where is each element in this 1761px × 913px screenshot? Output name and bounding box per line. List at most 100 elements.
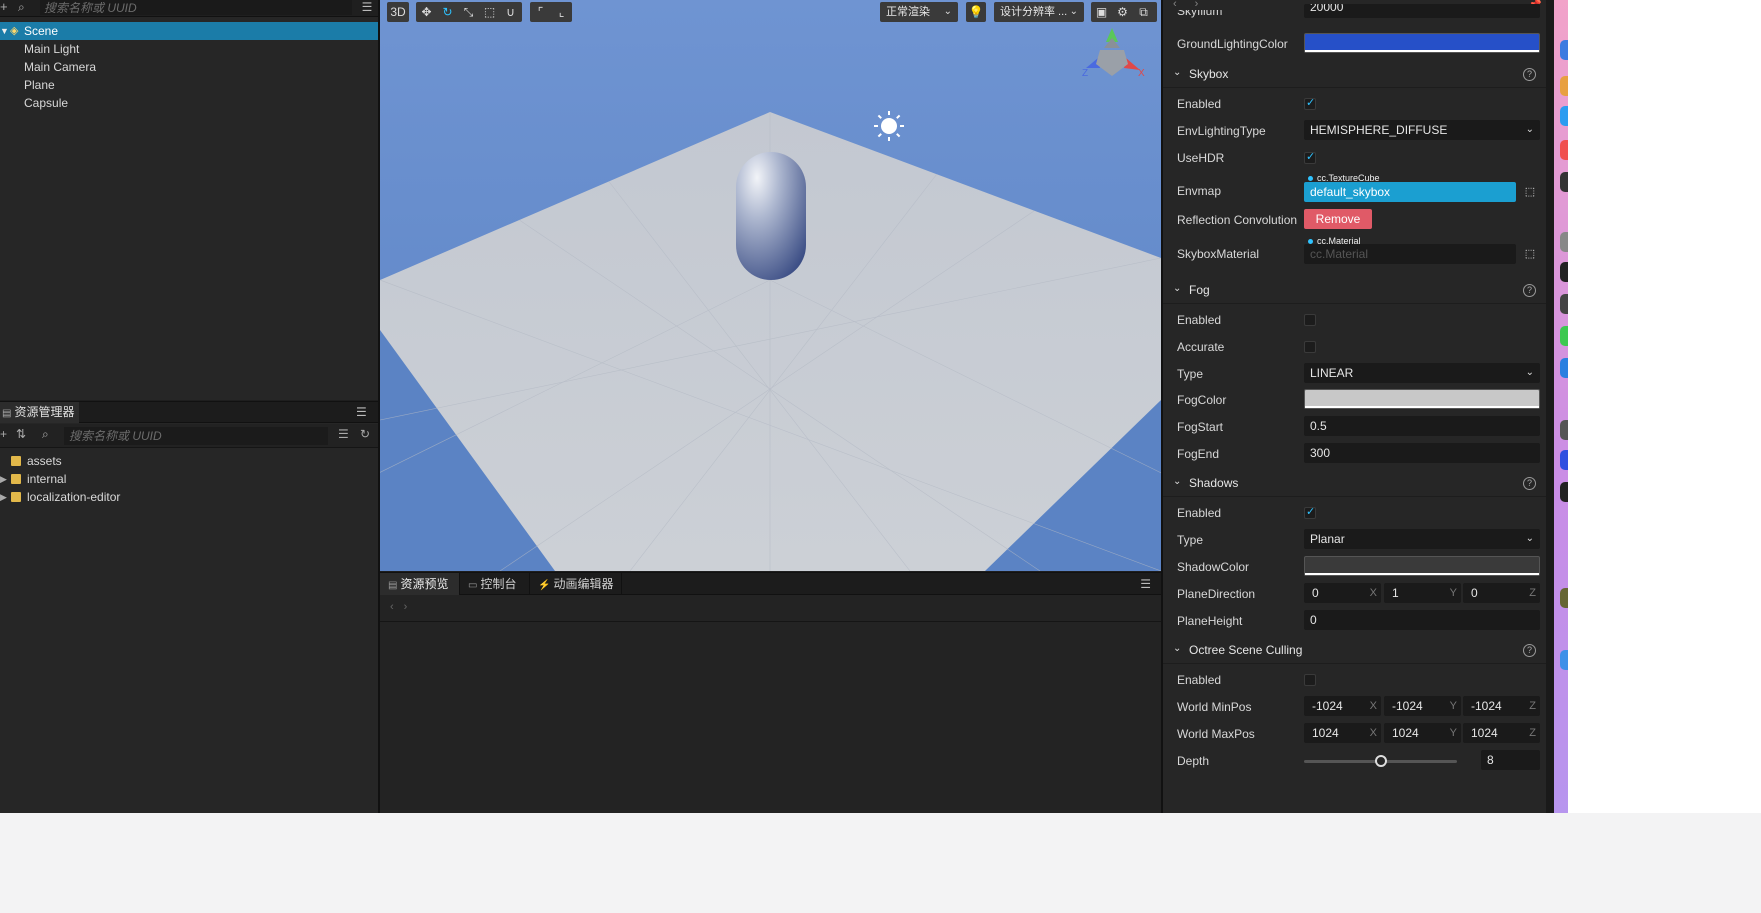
envmap-asset-field[interactable]: default_skybox — [1304, 182, 1516, 202]
sun-light-icon[interactable] — [874, 111, 904, 141]
section-fog[interactable]: ⌄ Fog ? — [1163, 278, 1546, 304]
scale-tool-icon[interactable]: ⤡ — [458, 2, 479, 22]
pivot-icon[interactable]: ⌜ — [530, 2, 551, 22]
shadows-enabled-checkbox[interactable] — [1304, 505, 1316, 519]
assets-tabbar: ▤ 资源管理器 ☰ — [0, 402, 378, 423]
env-lighting-select[interactable]: HEMISPHERE_DIFFUSE ⌄ — [1304, 120, 1540, 140]
help-icon[interactable]: ? — [1523, 68, 1536, 81]
section-skybox[interactable]: ⌄ Skybox ? — [1163, 62, 1546, 88]
plane-direction-y-input[interactable]: 1Y — [1384, 583, 1461, 603]
assets-search-input[interactable] — [64, 427, 328, 445]
fog-type-select[interactable]: LINEAR ⌄ — [1304, 363, 1540, 383]
inspector-nav-arrows[interactable]: ‹› — [1173, 0, 1216, 10]
rotate-tool-icon[interactable]: ↻ — [437, 2, 458, 22]
use-hdr-checkbox[interactable] — [1304, 150, 1316, 164]
plane-direction-z-input[interactable]: 0Z — [1463, 583, 1540, 603]
resolution-select[interactable]: 设计分辨率 ... ⌄ — [994, 2, 1084, 22]
depth-input[interactable]: 8 — [1481, 750, 1540, 770]
tab-asset-preview[interactable]: ▤ 资源预览 — [380, 573, 460, 595]
list-view-icon[interactable]: ☰ — [338, 427, 349, 441]
fog-color-field[interactable] — [1304, 389, 1540, 409]
remove-button[interactable]: Remove — [1304, 209, 1372, 229]
asset-folder-assets[interactable]: assets — [0, 452, 378, 470]
skybox-enabled-checkbox[interactable] — [1304, 96, 1316, 110]
tab-console[interactable]: ▭ 控制台 — [460, 573, 530, 595]
snap-tool-icon[interactable]: ∪ — [500, 2, 521, 22]
chevron-down-icon: ⌄ — [1525, 124, 1534, 135]
expand-arrow-icon[interactable]: ▶ — [0, 488, 7, 506]
menu-icon[interactable]: ☰ — [356, 405, 367, 419]
move-tool-icon[interactable]: ✥ — [416, 2, 437, 22]
help-icon[interactable]: ? — [1523, 644, 1536, 657]
align-view-icon[interactable]: ⧉ — [1133, 2, 1154, 22]
capsule-object[interactable] — [736, 152, 806, 280]
asset-picker-icon[interactable]: ⬚ — [1520, 182, 1540, 202]
add-asset-icon[interactable]: + — [0, 427, 7, 441]
fog-accurate-checkbox[interactable] — [1304, 341, 1316, 353]
orientation-gizmo[interactable]: Z X — [1082, 28, 1145, 79]
help-icon[interactable]: ? — [1523, 284, 1536, 297]
local-global-icon[interactable]: ⌞ — [551, 2, 572, 22]
scene-viewport[interactable]: Z X 3D ✥ ↻ ⤡ ⬚ ∪ ⌜ ⌞ 正常渲染 ⌄ 💡 设计分辨率 ... ⌄ ▣ ⚙ ⧉ — [380, 0, 1161, 571]
world-maxpos-x-input[interactable]: 1024 X — [1304, 723, 1381, 743]
axis-x-label: X — [1369, 587, 1377, 599]
section-title: Shadows — [1189, 476, 1239, 490]
fog-color-label: FogColor — [1177, 393, 1227, 407]
world-maxpos-y-input[interactable]: 1024 Y — [1384, 723, 1461, 743]
inspector-scrollbar[interactable] — [1546, 0, 1554, 813]
section-octree-culling[interactable]: ⌄ Octree Scene Culling ? — [1163, 638, 1546, 664]
add-node-icon[interactable]: + — [0, 0, 10, 14]
world-minpos-x-input[interactable]: -1024 X — [1304, 696, 1381, 716]
tree-item-capsule[interactable]: Capsule — [0, 94, 378, 112]
plane-height-input[interactable]: 0 — [1304, 610, 1540, 630]
expand-arrow-icon[interactable]: ▼ — [0, 22, 9, 40]
fog-start-input[interactable]: 0.5 — [1304, 416, 1540, 436]
depth-slider-knob[interactable] — [1374, 755, 1387, 767]
world-minpos-z-input[interactable]: -1024 Z — [1463, 696, 1540, 716]
hierarchy-search-input[interactable] — [40, 0, 352, 15]
tree-item-main-camera[interactable]: Main Camera — [0, 58, 378, 76]
render-mode-select[interactable]: 正常渲染 ⌄ — [880, 2, 958, 22]
tab-animation-editor[interactable]: ⚡ 动画编辑器 — [530, 573, 622, 595]
world-maxpos-z-input[interactable]: 1024 Z — [1463, 723, 1540, 743]
preview-nav-arrows[interactable]: ‹› — [390, 601, 417, 613]
section-shadows[interactable]: ⌄ Shadows ? — [1163, 471, 1546, 497]
transform-tools: ✥ ↻ ⤡ ⬚ ∪ — [416, 2, 522, 22]
world-minpos-y-input[interactable]: -1024 Y — [1384, 696, 1461, 716]
ground-lighting-color-field[interactable] — [1304, 33, 1540, 53]
desktop-background-bottom — [0, 813, 1761, 913]
refresh-icon[interactable]: ↻ — [360, 427, 370, 441]
shadow-color-field[interactable] — [1304, 556, 1540, 576]
help-icon[interactable]: ? — [1523, 477, 1536, 490]
tree-item-main-light[interactable]: Main Light — [0, 40, 378, 58]
mode-3d-button[interactable]: 3D — [387, 2, 409, 22]
hierarchy-list-icon[interactable]: ☰ — [356, 0, 378, 15]
camera-icon[interactable]: ▣ — [1091, 2, 1112, 22]
tab-label: 控制台 — [480, 577, 517, 591]
asset-folder-internal[interactable]: ▶ internal — [0, 470, 378, 488]
plane-direction-x-input[interactable]: 0X — [1304, 583, 1381, 603]
menu-icon[interactable]: ☰ — [1140, 577, 1151, 591]
search-icon[interactable]: ⌕ — [42, 427, 49, 442]
asset-picker-icon[interactable]: ⬚ — [1520, 244, 1540, 264]
gizmo-z-label: Z — [1082, 68, 1088, 79]
tree-item-scene[interactable]: ▼ ◈ Scene — [0, 22, 378, 40]
tab-assets[interactable]: ▤ 资源管理器 — [0, 402, 79, 423]
sort-icon[interactable]: ⇅ — [16, 427, 26, 441]
expand-arrow-icon[interactable]: ▶ — [0, 470, 7, 488]
asset-folder-localization-editor[interactable]: ▶ localization-editor — [0, 488, 378, 506]
skybox-material-field[interactable]: cc.Material — [1304, 244, 1516, 264]
fog-end-label: FogEnd — [1177, 447, 1220, 461]
shadow-type-select[interactable]: Planar ⌄ — [1304, 529, 1540, 549]
sky-illum-field[interactable]: 20000 — [1304, 4, 1540, 18]
search-icon[interactable]: ⌕ — [18, 0, 25, 14]
tree-item-plane[interactable]: Plane — [0, 76, 378, 94]
tab-label: 动画编辑器 — [553, 577, 614, 591]
rect-tool-icon[interactable]: ⬚ — [479, 2, 500, 22]
fog-enabled-checkbox[interactable] — [1304, 314, 1316, 326]
vec-value: 1024 — [1392, 726, 1419, 740]
octree-enabled-checkbox[interactable] — [1304, 674, 1316, 686]
lightbulb-icon[interactable]: 💡 — [966, 2, 986, 22]
fog-end-input[interactable]: 300 — [1304, 443, 1540, 463]
gear-icon[interactable]: ⚙ — [1112, 2, 1133, 22]
